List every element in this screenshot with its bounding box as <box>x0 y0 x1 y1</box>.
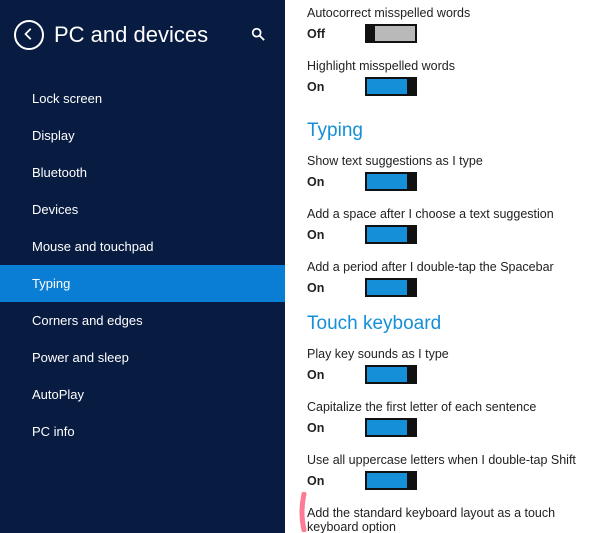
setting-state-row: On <box>307 418 590 437</box>
page-title: PC and devices <box>54 22 208 48</box>
setting-state-row: On <box>307 471 590 490</box>
toggle-autocorrect[interactable] <box>365 24 417 43</box>
toggle-state-text: On <box>307 281 365 295</box>
sidebar-item-lock-screen[interactable]: Lock screen <box>0 80 285 117</box>
setting-label: Add a space after I choose a text sugges… <box>307 207 590 221</box>
sidebar-item-bluetooth[interactable]: Bluetooth <box>0 154 285 191</box>
arrow-left-icon <box>22 27 36 44</box>
sidebar-item-label: Mouse and touchpad <box>32 239 153 254</box>
sidebar-item-devices[interactable]: Devices <box>0 191 285 228</box>
setting-highlight: Highlight misspelled words On <box>307 59 590 96</box>
setting-capitalize: Capitalize the first letter of each sent… <box>307 400 590 437</box>
setting-state-row: On <box>307 225 590 244</box>
sidebar-item-label: Power and sleep <box>32 350 129 365</box>
sidebar-item-label: Corners and edges <box>32 313 143 328</box>
setting-label: Capitalize the first letter of each sent… <box>307 400 590 414</box>
setting-label: Add a period after I double-tap the Spac… <box>307 260 590 274</box>
setting-state-row: Off <box>307 24 590 43</box>
sidebar-item-power-sleep[interactable]: Power and sleep <box>0 339 285 376</box>
toggle-state-text: On <box>307 228 365 242</box>
setting-uppercase: Use all uppercase letters when I double-… <box>307 453 590 490</box>
search-button[interactable] <box>247 23 269 48</box>
sidebar-item-label: Display <box>32 128 75 143</box>
sidebar-item-autoplay[interactable]: AutoPlay <box>0 376 285 413</box>
toggle-highlight[interactable] <box>365 77 417 96</box>
sidebar: PC and devices Lock screen Display Bluet… <box>0 0 285 533</box>
setting-autocorrect: Autocorrect misspelled words Off <box>307 6 590 43</box>
setting-state-row: On <box>307 77 590 96</box>
settings-window: PC and devices Lock screen Display Bluet… <box>0 0 600 533</box>
setting-standard-layout: Add the standard keyboard layout as a to… <box>307 506 590 533</box>
setting-state-row: On <box>307 172 590 191</box>
setting-label: Use all uppercase letters when I double-… <box>307 453 590 467</box>
setting-label: Autocorrect misspelled words <box>307 6 590 20</box>
sidebar-item-label: Lock screen <box>32 91 102 106</box>
toggle-uppercase[interactable] <box>365 471 417 490</box>
sidebar-item-label: Devices <box>32 202 78 217</box>
toggle-state-text: On <box>307 474 365 488</box>
back-button[interactable] <box>14 20 44 50</box>
toggle-state-text: On <box>307 421 365 435</box>
toggle-state-text: On <box>307 80 365 94</box>
sidebar-header: PC and devices <box>0 0 285 60</box>
setting-key-sounds: Play key sounds as I type On <box>307 347 590 384</box>
sidebar-item-label: PC info <box>32 424 75 439</box>
sidebar-item-corners-edges[interactable]: Corners and edges <box>0 302 285 339</box>
setting-state-row: On <box>307 365 590 384</box>
toggle-state-text: On <box>307 175 365 189</box>
sidebar-item-pc-info[interactable]: PC info <box>0 413 285 450</box>
search-icon <box>251 29 265 44</box>
toggle-add-space[interactable] <box>365 225 417 244</box>
sidebar-list: Lock screen Display Bluetooth Devices Mo… <box>0 80 285 450</box>
setting-state-row: On <box>307 278 590 297</box>
sidebar-item-label: Bluetooth <box>32 165 87 180</box>
toggle-state-text: Off <box>307 27 365 41</box>
section-heading-touch-keyboard: Touch keyboard <box>307 313 590 335</box>
setting-add-space: Add a space after I choose a text sugges… <box>307 207 590 244</box>
toggle-suggestions[interactable] <box>365 172 417 191</box>
sidebar-item-label: AutoPlay <box>32 387 84 402</box>
setting-suggestions: Show text suggestions as I type On <box>307 154 590 191</box>
setting-label: Highlight misspelled words <box>307 59 590 73</box>
sidebar-item-display[interactable]: Display <box>0 117 285 154</box>
sidebar-item-label: Typing <box>32 276 70 291</box>
toggle-capitalize[interactable] <box>365 418 417 437</box>
setting-label: Play key sounds as I type <box>307 347 590 361</box>
content-pane[interactable]: Autocorrect misspelled words Off Highlig… <box>285 0 600 533</box>
toggle-add-period[interactable] <box>365 278 417 297</box>
toggle-state-text: On <box>307 368 365 382</box>
setting-add-period: Add a period after I double-tap the Spac… <box>307 260 590 297</box>
toggle-key-sounds[interactable] <box>365 365 417 384</box>
sidebar-item-typing[interactable]: Typing <box>0 265 285 302</box>
sidebar-item-mouse-touchpad[interactable]: Mouse and touchpad <box>0 228 285 265</box>
setting-label: Show text suggestions as I type <box>307 154 590 168</box>
section-heading-typing: Typing <box>307 120 590 142</box>
setting-label: Add the standard keyboard layout as a to… <box>307 506 590 533</box>
